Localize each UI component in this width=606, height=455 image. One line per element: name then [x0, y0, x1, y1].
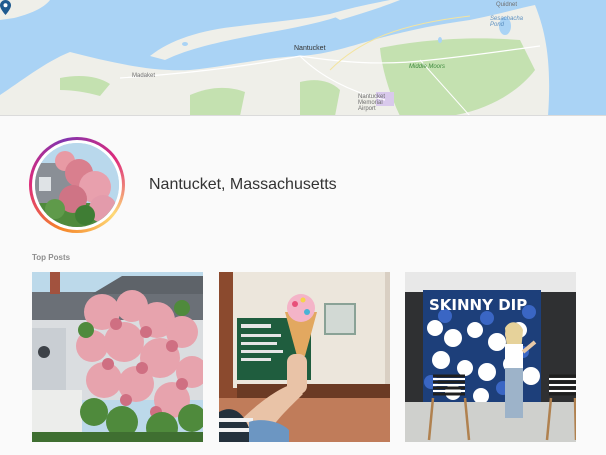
map-label-nantucket: Nantucket	[294, 45, 326, 52]
avatar-image	[35, 143, 119, 227]
map-label-madaket: Madaket	[132, 73, 156, 79]
ice-cream-cone-photo-icon	[219, 272, 390, 442]
top-posts-label: Top Posts	[32, 253, 71, 262]
map-label-middle-moors: Middle Moors	[409, 64, 446, 70]
rose-cottage-photo-icon	[32, 272, 203, 442]
location-avatar[interactable]	[29, 137, 125, 233]
top-post-2[interactable]	[219, 272, 390, 442]
flower-wall-photo-icon: SKINNY DIP	[405, 272, 576, 442]
flower-wall-sign: SKINNY DIP	[429, 296, 527, 314]
top-post-1[interactable]	[32, 272, 203, 442]
map-label-quidnet: Quidnet	[496, 2, 518, 8]
rose-cottage-avatar-icon	[35, 143, 119, 227]
location-map[interactable]: Nantucket Madaket Middle Moors Quidnet S…	[0, 0, 606, 116]
map-label-sesachacha: Sesachacha Pond	[490, 16, 524, 28]
location-title: Nantucket, Massachusetts	[149, 176, 337, 193]
map-label-airport: Nantucket Memorial Airport	[358, 94, 386, 112]
top-post-3[interactable]: SKINNY DIP	[405, 272, 576, 442]
map-pin-icon[interactable]	[0, 0, 11, 15]
avatar-ring-inner	[32, 140, 122, 230]
